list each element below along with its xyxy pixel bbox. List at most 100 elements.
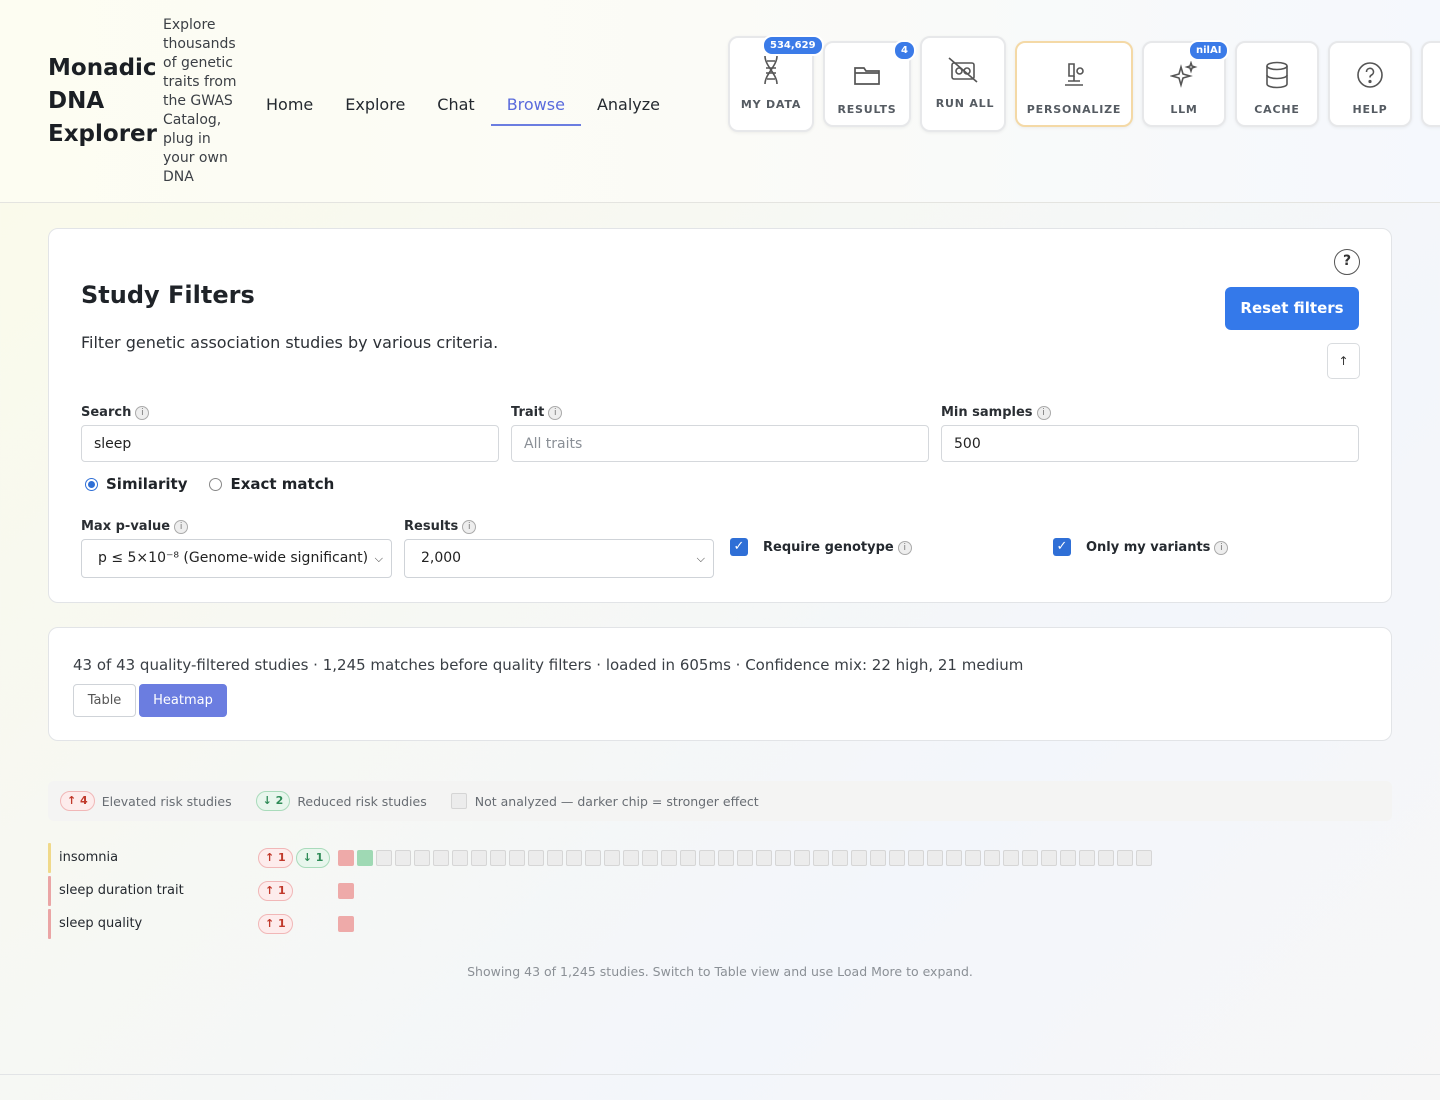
table-view-button[interactable]: Table <box>73 684 136 717</box>
not-analyzed-chip[interactable] <box>870 850 886 866</box>
not-analyzed-chip[interactable] <box>642 850 658 866</box>
elevated-risk-chip[interactable] <box>338 883 354 899</box>
info-icon[interactable]: i <box>462 519 477 534</box>
not-analyzed-chip[interactable] <box>813 850 829 866</box>
not-analyzed-chip[interactable] <box>547 850 563 866</box>
legend-reduced: ↓ 2 Reduced risk studies <box>255 791 427 811</box>
not-analyzed-chip[interactable] <box>965 850 981 866</box>
trait-label-text: Trait <box>511 405 545 420</box>
not-analyzed-chip[interactable] <box>718 850 734 866</box>
heatmap-row[interactable]: sleep quality ↑ 1 <box>48 909 1148 939</box>
nav-explore[interactable]: Explore <box>329 82 421 126</box>
info-icon[interactable]: i <box>548 405 563 420</box>
exact-match-radio-label[interactable]: Exact match <box>230 475 334 493</box>
database-icon <box>1264 61 1290 93</box>
results-label: RESULTS <box>837 103 897 116</box>
not-analyzed-chip[interactable] <box>680 850 696 866</box>
similarity-radio-label[interactable]: Similarity <box>106 475 187 493</box>
not-analyzed-chip[interactable] <box>376 850 392 866</box>
not-analyzed-chip[interactable] <box>1041 850 1057 866</box>
info-icon[interactable]: i <box>897 540 912 555</box>
not-analyzed-chip[interactable] <box>832 850 848 866</box>
not-analyzed-chip[interactable] <box>395 850 411 866</box>
not-analyzed-chip[interactable] <box>1136 850 1152 866</box>
not-analyzed-chip[interactable] <box>946 850 962 866</box>
not-analyzed-chip[interactable] <box>452 850 468 866</box>
not-analyzed-chip[interactable] <box>984 850 1000 866</box>
elevated-label: Elevated risk studies <box>101 793 232 809</box>
not-analyzed-chip[interactable] <box>623 850 639 866</box>
trait-input[interactable] <box>511 425 929 462</box>
not-analyzed-chip[interactable] <box>433 850 449 866</box>
not-analyzed-chip[interactable] <box>908 850 924 866</box>
not-analyzed-chip[interactable] <box>471 850 487 866</box>
not-analyzed-chip[interactable] <box>1079 850 1095 866</box>
trait-label: Trait i <box>511 405 563 420</box>
not-analyzed-chip[interactable] <box>414 850 430 866</box>
info-icon[interactable]: i <box>1036 405 1051 420</box>
results-button[interactable]: RESULTS 4 <box>823 40 916 127</box>
legend-not-analyzed: Not analyzed — darker chip = stronger ef… <box>450 793 759 809</box>
not-analyzed-chip[interactable] <box>756 850 772 866</box>
personalize-button[interactable]: PERSONALIZE <box>1015 41 1133 127</box>
my-data-button[interactable]: MY DATA 534,629 <box>728 35 824 132</box>
not-analyzed-chip[interactable] <box>509 850 525 866</box>
not-analyzed-chip[interactable] <box>1098 850 1114 866</box>
not-analyzed-chip[interactable] <box>794 850 810 866</box>
min-samples-label-text: Min samples <box>941 405 1033 420</box>
cache-button[interactable]: CACHE <box>1235 41 1319 127</box>
exact-match-radio[interactable] <box>209 477 223 491</box>
only-my-variants-label-text: Only my variants <box>1086 540 1211 555</box>
scroll-up-button[interactable]: ↑ <box>1327 343 1360 379</box>
not-analyzed-chip[interactable] <box>604 850 620 866</box>
reduced-risk-chip[interactable] <box>357 850 373 866</box>
not-analyzed-chip[interactable] <box>661 850 677 866</box>
main-nav: Home Explore Chat Browse Analyze <box>250 82 676 128</box>
min-samples-label: Min samples i <box>941 405 1051 420</box>
not-analyzed-chip[interactable] <box>585 850 601 866</box>
elevated-risk-chip[interactable] <box>338 916 354 932</box>
reduced-count-pill: ↓ 2 <box>255 791 291 811</box>
not-analyzed-chip[interactable] <box>775 850 791 866</box>
min-samples-input[interactable] <box>941 425 1359 462</box>
heatmap-view-button[interactable]: Heatmap <box>139 684 227 717</box>
info-icon[interactable]: i <box>135 405 150 420</box>
reset-filters-button[interactable]: Reset filters <box>1225 287 1359 330</box>
results-limit-select[interactable]: 2,000 ⌵ <box>404 539 714 578</box>
similarity-radio[interactable] <box>85 477 98 491</box>
elevated-risk-chip[interactable] <box>338 850 354 866</box>
heatmap-row[interactable]: insomnia ↑ 1 ↓ 1 <box>48 843 1152 873</box>
not-analyzed-chip[interactable] <box>1003 850 1019 866</box>
nav-home[interactable]: Home <box>250 82 329 126</box>
search-input[interactable] <box>81 425 499 462</box>
not-analyzed-chip[interactable] <box>566 850 582 866</box>
require-genotype-label-text: Require genotype <box>763 540 894 555</box>
more-tools-tile[interactable] <box>1421 41 1440 127</box>
require-genotype-label: Require genotype i <box>763 540 912 555</box>
not-analyzed-chip[interactable] <box>1060 850 1076 866</box>
nav-chat[interactable]: Chat <box>421 82 490 126</box>
info-icon[interactable]: i <box>1214 540 1229 555</box>
only-my-variants-checkbox[interactable]: ✓ <box>1053 538 1071 556</box>
not-analyzed-chip[interactable] <box>1117 850 1133 866</box>
not-analyzed-chip[interactable] <box>1022 850 1038 866</box>
nav-analyze[interactable]: Analyze <box>581 82 676 126</box>
not-analyzed-chip[interactable] <box>528 850 544 866</box>
heatmap-row[interactable]: sleep duration trait ↑ 1 <box>48 876 1148 906</box>
not-analyzed-chip[interactable] <box>927 850 943 866</box>
help-button[interactable]: HELP <box>1328 41 1412 127</box>
not-analyzed-chip[interactable] <box>699 850 715 866</box>
microscope-icon <box>1061 61 1087 93</box>
filters-help-button[interactable]: ? <box>1334 249 1360 275</box>
max-pvalue-select[interactable]: p ≤ 5×10⁻⁸ (Genome-wide significant) ⌵ <box>81 539 392 578</box>
results-limit-selected: 2,000 <box>421 550 462 566</box>
llm-button[interactable]: LLM nilAI <box>1142 40 1230 127</box>
not-analyzed-chip[interactable] <box>851 850 867 866</box>
info-icon[interactable]: i <box>174 519 189 534</box>
nav-browse[interactable]: Browse <box>490 82 581 126</box>
require-genotype-checkbox[interactable]: ✓ <box>730 538 748 556</box>
run-all-button[interactable]: RUN ALL <box>920 36 1006 132</box>
not-analyzed-chip[interactable] <box>490 850 506 866</box>
not-analyzed-chip[interactable] <box>737 850 753 866</box>
not-analyzed-chip[interactable] <box>889 850 905 866</box>
